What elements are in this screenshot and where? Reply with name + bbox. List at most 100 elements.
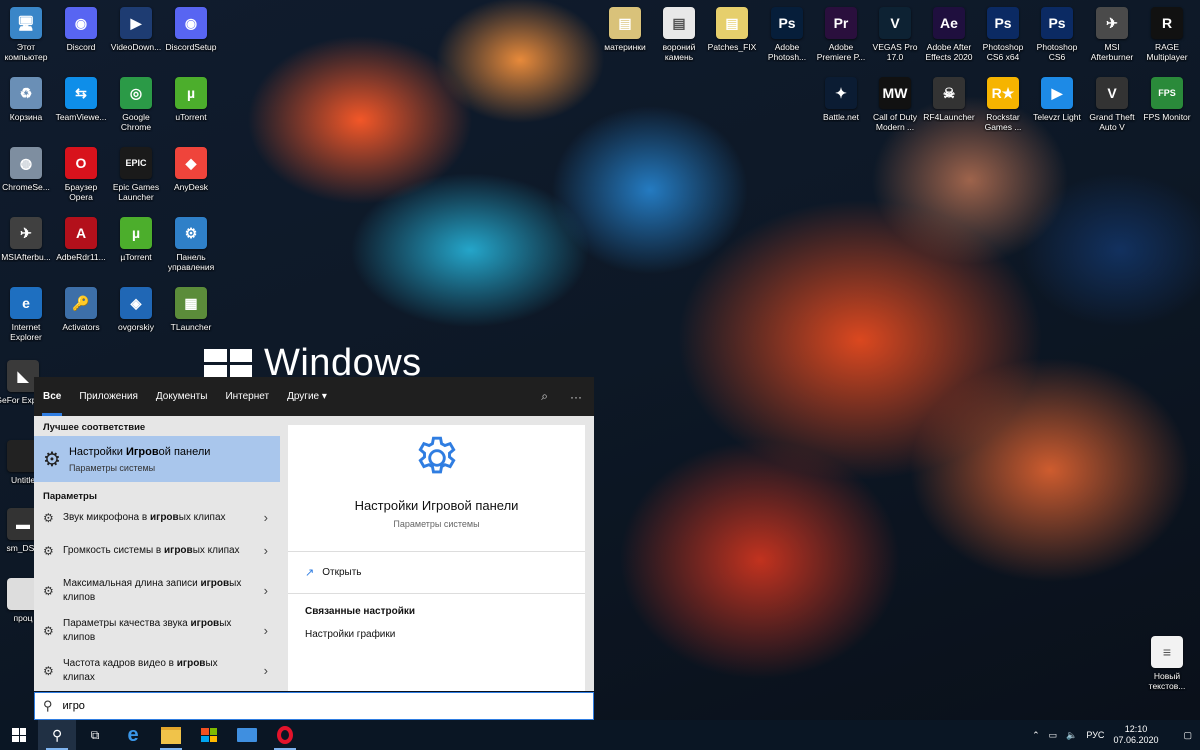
show-hidden-icons-icon[interactable]: ⌃	[1032, 730, 1040, 741]
opera-button[interactable]	[266, 720, 304, 750]
desktop-shortcut[interactable]: Ps Adobe Photosh...	[758, 7, 816, 62]
start-button[interactable]	[0, 720, 38, 750]
desktop-shortcut[interactable]: EPIC Epic Games Launcher	[107, 147, 165, 202]
desktop-shortcut[interactable]: µ uTorrent	[162, 77, 220, 122]
graphics-settings-link[interactable]: Настройки графики	[288, 617, 585, 652]
tab-4[interactable]: Другие ▾	[278, 377, 336, 416]
control-panel-icon: ⚙	[175, 217, 207, 249]
chevron-right-icon: ›	[263, 663, 268, 678]
best-match-result[interactable]: ⚙ Настройки Игровой панели Параметры сис…	[34, 436, 280, 482]
store-button[interactable]	[190, 720, 228, 750]
tab-3[interactable]: Интернет	[216, 377, 278, 416]
desktop-shortcut[interactable]: ♻ Корзина	[0, 77, 55, 122]
desktop-shortcut[interactable]: FPS FPS Monitor	[1138, 77, 1196, 122]
desktop-shortcut[interactable]: ◈ ovgorskiy	[107, 287, 165, 332]
desktop-shortcut[interactable]: ◆ AnyDesk	[162, 147, 220, 192]
network-icon[interactable]: ▭	[1049, 730, 1058, 741]
cod-icon: MW	[879, 77, 911, 109]
tab-0[interactable]: Все	[34, 377, 70, 416]
recycle-bin-icon: ♻	[10, 77, 42, 109]
search-button[interactable]: ⚲	[38, 720, 76, 750]
desktop-shortcut[interactable]: R★ Rockstar Games ...	[974, 77, 1032, 132]
desktop-shortcut-label: MSI Afterburner	[1090, 42, 1134, 62]
desktop-shortcut[interactable]: ✈ MSIAfterbu...	[0, 217, 55, 262]
discord-icon: ◉	[65, 7, 97, 39]
desktop-shortcut-label: Epic Games Launcher	[112, 182, 160, 202]
desktop-shortcut[interactable]: R RAGE Multiplayer	[1138, 7, 1196, 62]
settings-result-item[interactable]: ⚙ Частота кадров видео в игровых клипах ›	[34, 651, 280, 691]
desktop-shortcut[interactable]: ⇆ TeamViewe...	[52, 77, 110, 122]
clock[interactable]: 12:10 07.06.2020	[1113, 724, 1158, 746]
language-indicator[interactable]: РУС	[1086, 730, 1104, 740]
volume-icon[interactable]: 🔈	[1066, 730, 1077, 741]
utorrent-icon: µ	[175, 77, 207, 109]
desktop-shortcut[interactable]: A AdbeRdr11...	[52, 217, 110, 262]
desktop-shortcut[interactable]: ◍ ChromeSe...	[0, 147, 55, 192]
desktop-shortcut[interactable]: 🔑 Activators	[52, 287, 110, 332]
file-explorer-button[interactable]	[152, 720, 190, 750]
video-downloader-icon: ▶	[120, 7, 152, 39]
edge-button[interactable]: e	[114, 720, 152, 750]
chevron-right-icon: ›	[263, 623, 268, 638]
desktop-shortcut[interactable]: 🖥 Этот компьютер	[0, 7, 55, 62]
desktop-shortcut-label: Grand Theft Auto V	[1089, 112, 1135, 132]
settings-result-item[interactable]: ⚙ Громкость системы в игровых клипах ›	[34, 531, 280, 571]
desktop-shortcut[interactable]: ▤ материнки	[596, 7, 654, 52]
desktop-shortcut[interactable]: ⚙ Панель управления	[162, 217, 220, 272]
desktop-shortcut[interactable]: Pr Adobe Premiere P...	[812, 7, 870, 62]
mutorrent-icon: µ	[120, 217, 152, 249]
clock-time: 12:10	[1124, 724, 1148, 734]
mail-icon	[237, 728, 257, 742]
search-panel: Все Приложения Документы Интернет Другие ▾ ⌕…	[34, 377, 594, 691]
settings-result-item[interactable]: ⚙ Параметры качества звука игровых клипов…	[34, 611, 280, 651]
desktop-shortcut[interactable]: ≡ Новый текстов...	[1138, 636, 1196, 691]
feedback-icon[interactable]: ⌕	[541, 389, 548, 404]
tab-2[interactable]: Документы	[147, 377, 217, 416]
desktop-shortcut-label: VEGAS Pro 17.0	[872, 42, 918, 62]
desktop-shortcut[interactable]: V VEGAS Pro 17.0	[866, 7, 924, 62]
desktop-shortcut[interactable]: Ae Adobe After Effects 2020	[920, 7, 978, 62]
desktop-shortcut[interactable]: MW Call of Duty Modern ...	[866, 77, 924, 132]
search-box[interactable]: ⚲	[34, 692, 594, 720]
settings-result-item[interactable]: ⚙ Максимальная длина записи игровых клипо…	[34, 571, 280, 611]
desktop-shortcut[interactable]: ☠ RF4Launcher	[920, 77, 978, 122]
notifications-icon[interactable]: ▢	[1183, 730, 1192, 741]
desktop-shortcut[interactable]: ▤ вороний камень	[650, 7, 708, 62]
desktop-shortcut[interactable]: ▶ VideoDown...	[107, 7, 165, 52]
desktop-shortcut[interactable]: O Браузер Opera	[52, 147, 110, 202]
desktop-shortcut[interactable]: V Grand Theft Auto V	[1083, 77, 1141, 132]
search-input[interactable]	[60, 699, 545, 713]
settings-result-label: Максимальная длина записи игровых клипов	[63, 578, 242, 603]
desktop-shortcut[interactable]: ◎ Google Chrome	[107, 77, 165, 132]
desktop-shortcut-label: Adobe Photosh...	[767, 42, 807, 62]
open-button[interactable]: ↗ Открыть	[288, 552, 585, 594]
gear-icon: ⚙	[43, 544, 54, 558]
desktop-shortcut-label: AnyDesk	[173, 182, 208, 192]
desktop-shortcut[interactable]: ◉ Discord	[52, 7, 110, 52]
desktop-shortcut[interactable]: Ps Photoshop CS6 x64	[974, 7, 1032, 62]
internet-explorer-icon: e	[10, 287, 42, 319]
desktop-shortcut-label: Rockstar Games ...	[984, 112, 1022, 132]
desktop-shortcut-label: Televzr Light	[1033, 112, 1081, 122]
tab-1[interactable]: Приложения	[70, 377, 147, 416]
desktop-shortcut[interactable]: ▦ TLauncher	[162, 287, 220, 332]
task-view-button[interactable]: ⧉	[76, 720, 114, 750]
desktop-shortcut-label: MSIAfterbu...	[1, 252, 51, 262]
desktop-shortcut[interactable]: Ps Photoshop CS6	[1028, 7, 1086, 62]
mail-button[interactable]	[228, 720, 266, 750]
desktop-shortcut[interactable]: ▶ Televzr Light	[1028, 77, 1086, 122]
gear-icon	[417, 436, 456, 474]
desktop-shortcut[interactable]: µ µTorrent	[107, 217, 165, 262]
desktop-shortcut[interactable]: e Internet Explorer	[0, 287, 55, 342]
settings-result-item[interactable]: ⚙ Звук микрофона в игровых клипах ›	[34, 505, 280, 531]
desktop-shortcut-label: Discord	[66, 42, 96, 52]
task-view-icon: ⧉	[90, 727, 100, 742]
desktop-shortcut[interactable]: ✦ Battle.net	[812, 77, 870, 122]
gear-icon: ⚙	[43, 448, 61, 471]
desktop-shortcut[interactable]: ▤ Patches_FIX	[703, 7, 761, 52]
more-options-icon[interactable]: ···	[570, 390, 582, 404]
settings-result-label: Громкость системы в игровых клипах	[63, 545, 240, 556]
desktop-shortcut[interactable]: ◉ DiscordSetup	[162, 7, 220, 52]
desktop-shortcut-label: RAGE Multiplayer	[1146, 42, 1188, 62]
desktop-shortcut[interactable]: ✈ MSI Afterburner	[1083, 7, 1141, 62]
